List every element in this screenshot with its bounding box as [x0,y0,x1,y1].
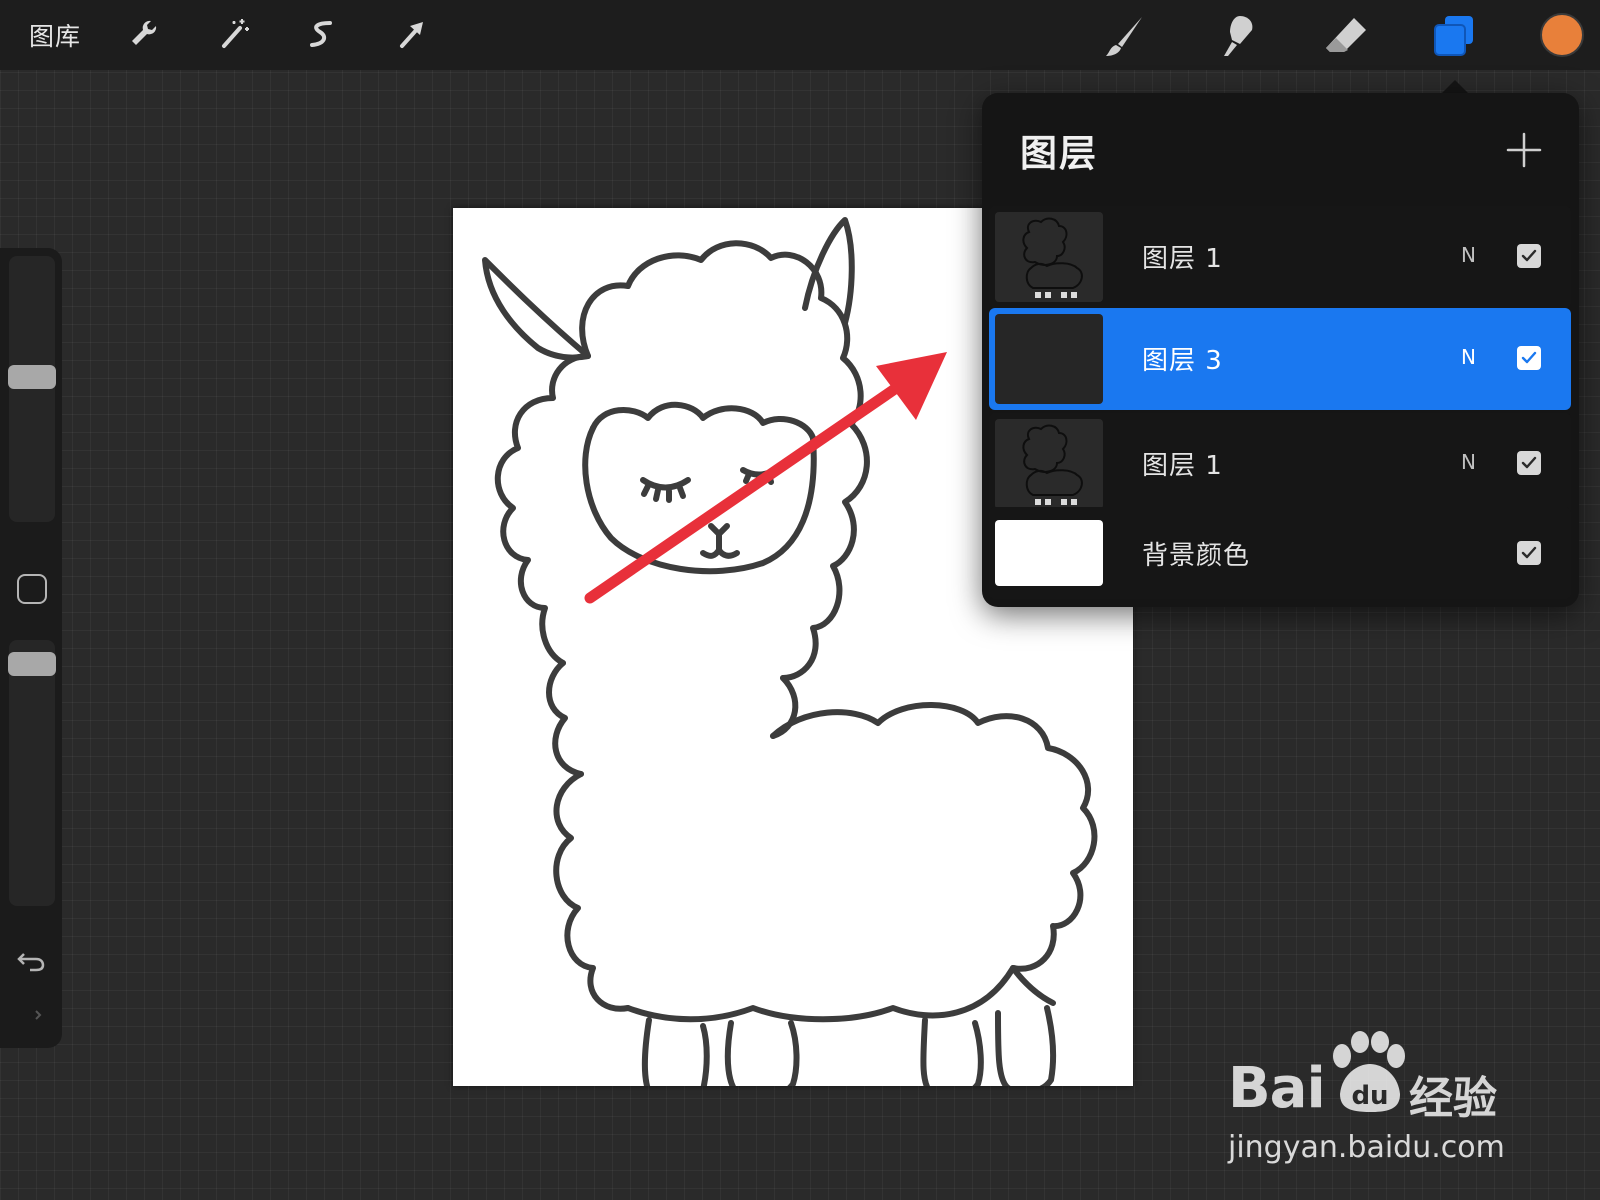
visibility-checkbox[interactable] [1517,244,1541,268]
opacity-slider[interactable] [9,640,55,906]
blend-mode-button[interactable]: N [1461,450,1476,474]
modify-square-icon[interactable] [17,574,47,604]
layer-name: 背景颜色 [1142,541,1251,571]
blend-mode-button[interactable]: N [1461,345,1476,369]
panel-title: 图层 [1020,132,1098,175]
redo-icon[interactable] [14,1003,50,1031]
visibility-checkbox[interactable] [1517,541,1541,565]
layers-panel: 图层 图层 1 N 图层 3 N 图层 1 N 背景颜色 [982,93,1579,607]
annotation-arrow-head [876,352,947,420]
watermark-logo-text: Bai [1228,1056,1326,1121]
watermark-paw-text: du [1351,1081,1388,1111]
annotation-arrow-shaft [584,376,911,604]
top-toolbar: 图库 [0,0,1600,70]
paw-icon: du [1320,1030,1416,1114]
visibility-checkbox[interactable] [1517,346,1541,370]
smudge-icon[interactable] [1210,10,1262,62]
color-picker-button[interactable] [1540,13,1584,57]
layers-icon[interactable] [1428,10,1480,62]
brush-size-handle[interactable] [8,364,56,389]
layers-panel-caret [1441,80,1469,94]
blend-mode-button[interactable]: N [1461,243,1476,267]
undo-icon[interactable] [14,942,50,978]
gallery-button[interactable]: 图库 [29,17,81,53]
layer-thumbnail [995,419,1103,509]
layer-name: 图层 3 [1142,346,1223,376]
checkmark-icon [1521,249,1537,262]
watermark-url: jingyan.baidu.com [1228,1130,1505,1165]
checkmark-icon [1521,456,1537,469]
layer-row[interactable]: 图层 1 N [989,413,1571,515]
left-sidebar [0,248,62,1048]
eraser-icon[interactable] [1320,10,1372,62]
opacity-handle[interactable] [8,652,56,677]
layer-thumbnail [995,520,1103,586]
layer-row[interactable]: 图层 1 N [989,206,1571,308]
annotation-arrow [580,340,960,610]
magic-wand-icon[interactable] [214,14,254,54]
wrench-icon[interactable] [124,14,164,54]
layer-row-selected[interactable]: 图层 3 N [989,308,1571,410]
transform-arrow-icon[interactable] [392,14,432,54]
brush-size-slider[interactable] [9,256,55,522]
layer-thumbnail [995,314,1103,404]
brush-icon[interactable] [1098,10,1150,62]
layer-name: 图层 1 [1142,244,1223,274]
plus-icon[interactable] [1505,131,1543,169]
watermark-cn-text: 经验 [1409,1073,1497,1124]
layer-name: 图层 1 [1142,451,1223,481]
layer-thumbnail [995,212,1103,302]
checkmark-icon [1521,351,1537,364]
layer-row-background[interactable]: 背景颜色 [989,507,1571,599]
checkmark-icon [1521,546,1537,559]
baidu-watermark: Bai du 经验 jingyan.baidu.com [1228,1030,1528,1180]
visibility-checkbox[interactable] [1517,451,1541,475]
selection-s-icon[interactable] [302,14,342,54]
